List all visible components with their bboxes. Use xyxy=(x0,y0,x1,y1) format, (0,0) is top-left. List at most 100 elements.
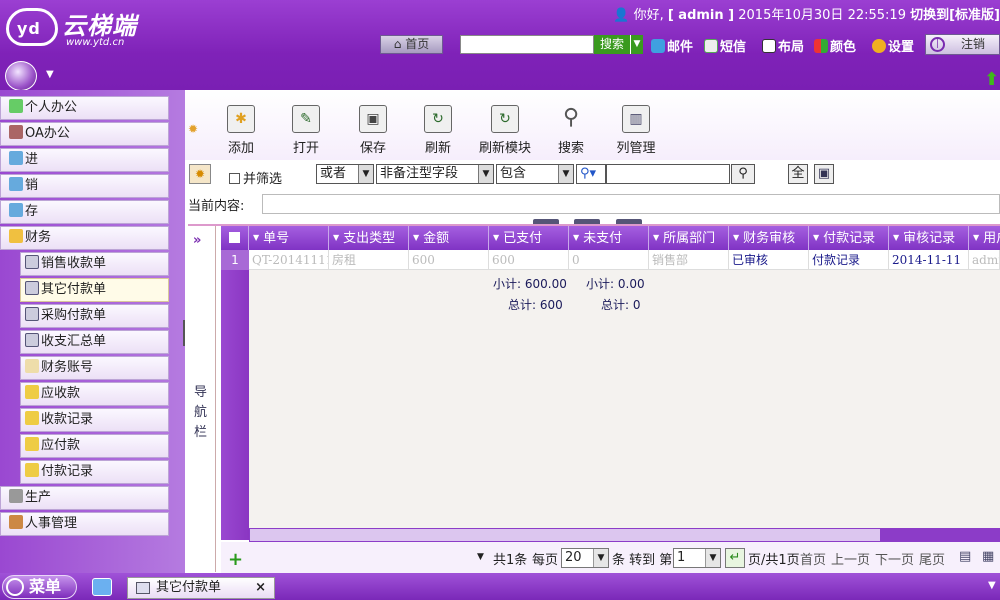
col-header-order-no[interactable]: ▼ 单号 xyxy=(249,226,329,250)
sms-button[interactable]: 短信 xyxy=(704,36,746,55)
filter-search-button[interactable]: ⚲ xyxy=(731,164,755,184)
logic-select[interactable]: 或者 ▼ xyxy=(316,164,374,184)
start-menu-button[interactable]: 菜单 xyxy=(2,575,77,599)
search-button[interactable]: ⚲ 搜索 xyxy=(541,105,601,156)
cell-review-date[interactable]: 2014-11-11 xyxy=(889,250,969,270)
search-dropdown-icon[interactable]: ▼ xyxy=(630,35,643,54)
field-select[interactable]: 非备注型字段 ▼ xyxy=(376,164,494,184)
cell-payment-record-link[interactable]: 付款记录 xyxy=(809,250,889,270)
sidebar-item-hr[interactable]: 人事管理 xyxy=(0,512,169,536)
goto-enter-button[interactable]: ↵ xyxy=(725,548,745,568)
page-select[interactable]: 1 ▼ xyxy=(673,548,721,568)
quick-launch-icon[interactable] xyxy=(92,578,112,596)
select-all-button[interactable]: 全 xyxy=(788,164,808,184)
sidebar-item-personal-office[interactable]: 个人办公 xyxy=(0,96,169,120)
per-page-select[interactable]: 20 ▼ xyxy=(561,548,609,568)
refresh-button[interactable]: ↻ 刷新 xyxy=(408,105,468,156)
cell-expense-type[interactable]: 房租 xyxy=(329,250,409,270)
col-header-department[interactable]: ▼ 所属部门 xyxy=(649,226,729,250)
prev-page-link[interactable]: 上一页 xyxy=(831,549,870,568)
sidebar-item-payment-records[interactable]: 付款记录 xyxy=(20,460,169,484)
sidebar-item-oa-office[interactable]: OA办公 xyxy=(0,122,169,146)
nav-expand-icon[interactable]: » xyxy=(193,233,201,248)
first-page-link[interactable]: 首页 xyxy=(800,549,826,568)
sidebar-item-receipt-records[interactable]: 收款记录 xyxy=(20,408,169,432)
mail-button[interactable]: 邮件 xyxy=(651,36,693,55)
save-filter-button[interactable]: ▣ xyxy=(814,164,834,184)
cell-paid[interactable]: 600 xyxy=(489,250,569,270)
pager-menu-icon[interactable]: ▼ xyxy=(477,552,484,562)
operator-select[interactable]: 包含 ▼ xyxy=(496,164,574,184)
anchor-icon xyxy=(9,489,23,503)
home-button[interactable]: ⌂ 首页 xyxy=(380,35,443,54)
and-filter-checkbox[interactable]: 并筛选 xyxy=(229,168,282,187)
sms-icon xyxy=(704,39,718,53)
search-type-dropdown[interactable]: ⚲▾ xyxy=(576,164,606,184)
col-header-amount[interactable]: ▼ 金额 xyxy=(409,226,489,250)
select-all-checkbox[interactable] xyxy=(221,226,249,250)
col-header-paid[interactable]: ▼ 已支付 xyxy=(489,226,569,250)
close-icon[interactable]: × xyxy=(255,578,266,598)
cell-amount[interactable]: 600 xyxy=(409,250,489,270)
sidebar-item-finance-accounts[interactable]: 财务账号 xyxy=(20,356,169,380)
col-header-review-record[interactable]: ▼ 审核记录 xyxy=(889,226,969,250)
col-header-payment-record[interactable]: ▼ 付款记录 xyxy=(809,226,889,250)
add-button[interactable]: ✱ 添加 xyxy=(211,105,271,156)
task-tab-other-payment[interactable]: 其它付款单 × xyxy=(127,577,275,599)
list-view-icon[interactable]: ▤ xyxy=(959,549,971,564)
total-count: 共1条 xyxy=(493,553,528,568)
sidebar-item-production[interactable]: 生产 xyxy=(0,486,169,510)
magnifier-icon: ⚲ xyxy=(738,166,748,181)
col-header-expense-type[interactable]: ▼ 支出类型 xyxy=(329,226,409,250)
tray-expand-icon[interactable]: ▼ xyxy=(988,580,996,591)
cell-order-no[interactable]: QT-20141111- xyxy=(249,250,329,270)
logout-button[interactable]: | 注销 xyxy=(925,34,1000,55)
filter-value-input[interactable] xyxy=(606,164,730,184)
main-menu-orb-button[interactable] xyxy=(5,61,37,91)
save-button[interactable]: ▣ 保存 xyxy=(343,105,403,156)
cell-finance-review[interactable]: 已审核 xyxy=(729,250,809,270)
arrow-up-icon[interactable]: ⬆ xyxy=(984,69,999,90)
sidebar-item-purchase-payment[interactable]: 采购付款单 xyxy=(20,304,169,328)
last-page-link[interactable]: 尾页 xyxy=(919,549,945,568)
sidebar-item-receivables[interactable]: 应收款 xyxy=(20,382,169,406)
cell-unpaid[interactable]: 0 xyxy=(569,250,649,270)
refresh-icon: ↻ xyxy=(491,105,519,133)
user-status-line: 👤 你好, [ admin ] 2015年10月30日 22:55:19 切换到… xyxy=(613,4,1000,23)
filter-settings-icon[interactable]: ✹ xyxy=(189,164,211,184)
grid-view-icon[interactable]: ▦ xyxy=(982,549,994,564)
col-header-user[interactable]: ▼用户 xyxy=(969,226,1000,250)
next-page-link[interactable]: 下一页 xyxy=(875,549,914,568)
column-manager-button[interactable]: ▥ 列管理 xyxy=(606,105,666,156)
sidebar-item-income-expense-summary[interactable]: 收支汇总单 xyxy=(20,330,169,354)
notebook-icon xyxy=(25,359,39,373)
settings-button[interactable]: 设置 xyxy=(872,36,914,55)
open-button[interactable]: ✎ 打开 xyxy=(276,105,336,156)
cell-department[interactable]: 销售部 xyxy=(649,250,729,270)
chevron-down-icon[interactable]: ▼ xyxy=(46,69,54,80)
col-header-unpaid[interactable]: ▼ 未支付 xyxy=(569,226,649,250)
subtotal-amount-row: 小计: 600.00 xyxy=(493,277,567,291)
header-search-input[interactable] xyxy=(460,35,594,54)
switch-version-link[interactable]: 切换到[标准版] xyxy=(910,8,1000,23)
row-number[interactable]: 1 xyxy=(221,250,249,270)
current-content-field[interactable] xyxy=(262,194,1000,214)
refresh-module-button[interactable]: ↻ 刷新模块 xyxy=(472,105,538,156)
refresh-icon: ↻ xyxy=(424,105,452,133)
grid-row-header-column xyxy=(221,250,249,540)
layout-button[interactable]: 布局 xyxy=(762,36,804,55)
sidebar-item-payables[interactable]: 应付款 xyxy=(20,434,169,458)
sidebar-item-sales-receipt[interactable]: 销售收款单 xyxy=(20,252,169,276)
sidebar-item-finance[interactable]: 财务 xyxy=(0,226,169,250)
add-row-icon[interactable]: + xyxy=(228,549,243,570)
col-header-finance-review[interactable]: ▼ 财务审核 xyxy=(729,226,809,250)
sidebar-item-other-payment[interactable]: 其它付款单 xyxy=(20,278,169,302)
color-button[interactable]: 颜色 xyxy=(814,36,856,55)
sidebar-item-inventory[interactable]: 存 xyxy=(0,200,169,224)
header-search-button[interactable]: 搜索 xyxy=(594,35,630,54)
sidebar-item-purchase[interactable]: 进 xyxy=(0,148,169,172)
sidebar-item-sales[interactable]: 销 xyxy=(0,174,169,198)
cell-user[interactable]: admin xyxy=(969,250,1000,270)
scrollbar-thumb[interactable] xyxy=(249,528,881,542)
nav-label[interactable]: 导航栏 xyxy=(194,383,210,443)
